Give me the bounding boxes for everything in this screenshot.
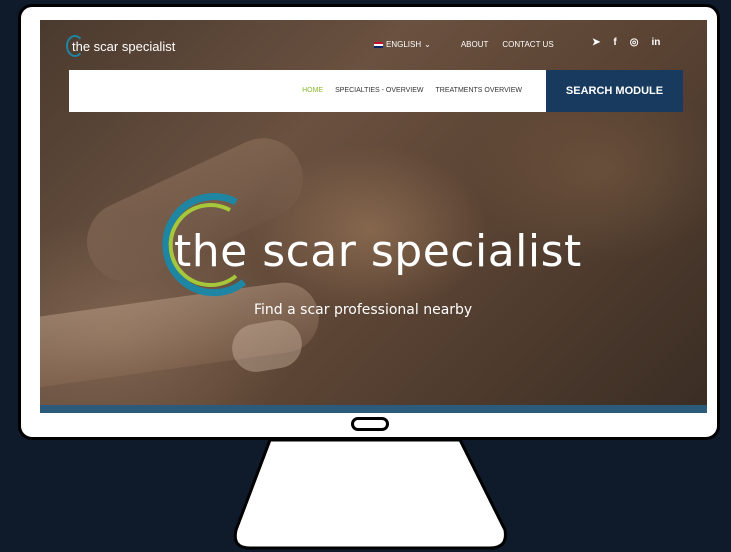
nav-item-treatments[interactable]: TREATMENTS OVERVIEW [436, 87, 522, 94]
nav-menu: HOME SPECIALTIES - OVERVIEW TREATMENTS O… [302, 87, 522, 94]
uk-flag-icon [374, 41, 383, 48]
main-nav: HOME SPECIALTIES - OVERVIEW TREATMENTS O… [69, 70, 546, 112]
screen-bottom-strip [40, 405, 707, 413]
chevron-down-icon: ⌄ [424, 40, 431, 49]
language-label: ENGLISH [386, 40, 422, 49]
nav-item-specialties[interactable]: SPECIALTIES - OVERVIEW [335, 87, 423, 94]
search-module-button[interactable]: SEARCH MODULE [546, 70, 683, 112]
language-selector[interactable]: ENGLISH ⌄ [374, 40, 431, 49]
top-bar: the scar specialist ENGLISH ⌄ ABOUT CONT… [40, 20, 707, 70]
twitter-icon[interactable]: ➤ [592, 37, 600, 48]
top-links: ENGLISH ⌄ ABOUT CONTACT US [374, 40, 554, 49]
instagram-icon[interactable]: ◎ [630, 37, 639, 48]
monitor-power-button [351, 417, 389, 431]
contact-link[interactable]: CONTACT US [502, 40, 553, 49]
hero-title: the scar specialist [174, 226, 582, 277]
facebook-icon[interactable]: f [613, 37, 616, 48]
social-icons: ➤ f ◎ in [592, 37, 660, 48]
nav-item-home[interactable]: HOME [302, 87, 323, 94]
linkedin-icon[interactable]: in [651, 37, 660, 48]
about-link[interactable]: ABOUT [461, 40, 489, 49]
logo-text: the scar specialist [72, 38, 176, 54]
site-logo[interactable]: the scar specialist [66, 35, 176, 57]
website-screen: the scar specialist ENGLISH ⌄ ABOUT CONT… [40, 20, 707, 413]
hero-subtitle: Find a scar professional nearby [254, 302, 473, 318]
